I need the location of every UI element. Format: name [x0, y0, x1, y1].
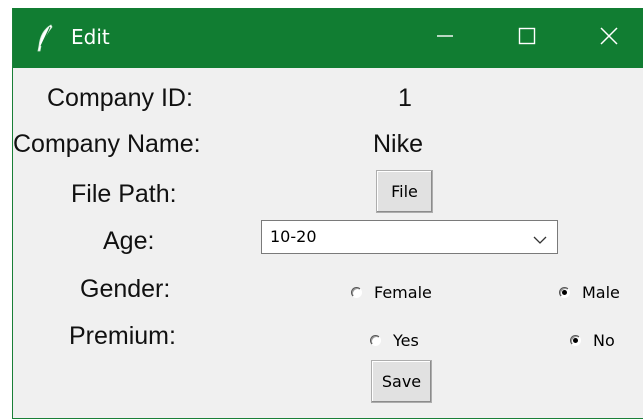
gender-radio-male-label: Male — [582, 283, 620, 302]
close-button[interactable] — [569, 8, 643, 68]
maximize-icon — [518, 27, 536, 49]
close-icon — [599, 26, 619, 50]
age-label: Age: — [103, 227, 155, 255]
premium-radio-yes-label: Yes — [393, 331, 419, 350]
company-id-label: Company ID: — [47, 84, 193, 112]
save-button[interactable]: Save — [371, 360, 432, 403]
premium-radio-yes[interactable]: Yes — [370, 331, 419, 350]
company-name-value: Nike — [373, 130, 424, 158]
title-bar[interactable]: Edit — [13, 8, 643, 68]
maximize-button[interactable] — [487, 8, 567, 68]
gender-radio-female-label: Female — [374, 283, 432, 302]
radio-off-icon[interactable] — [370, 335, 381, 346]
age-selected-value: 10-20 — [270, 227, 317, 246]
premium-radio-no[interactable]: No — [570, 331, 615, 350]
save-button-label: Save — [381, 372, 422, 391]
premium-radio-no-label: No — [593, 331, 615, 350]
radio-on-icon[interactable] — [559, 287, 570, 298]
gender-radio-female[interactable]: Female — [351, 283, 432, 302]
gender-radio-male[interactable]: Male — [559, 283, 620, 302]
radio-off-icon[interactable] — [351, 287, 362, 298]
file-button-label: File — [391, 182, 418, 201]
gender-label: Gender: — [80, 275, 171, 303]
edit-window: Edit Company ID: 1 Company Name: Nike Fi… — [12, 8, 643, 419]
company-id-value: 1 — [398, 84, 412, 112]
chevron-down-icon[interactable] — [533, 231, 547, 244]
minimize-button[interactable] — [405, 8, 485, 68]
company-name-label: Company Name: — [13, 130, 201, 158]
window-title: Edit — [71, 25, 110, 49]
minimize-icon — [436, 27, 454, 49]
feather-icon — [35, 24, 55, 52]
premium-label: Premium: — [69, 322, 176, 350]
age-select[interactable]: 10-20 — [261, 220, 558, 254]
radio-on-icon[interactable] — [570, 335, 581, 346]
file-path-label: File Path: — [71, 180, 177, 208]
file-button[interactable]: File — [376, 170, 433, 213]
